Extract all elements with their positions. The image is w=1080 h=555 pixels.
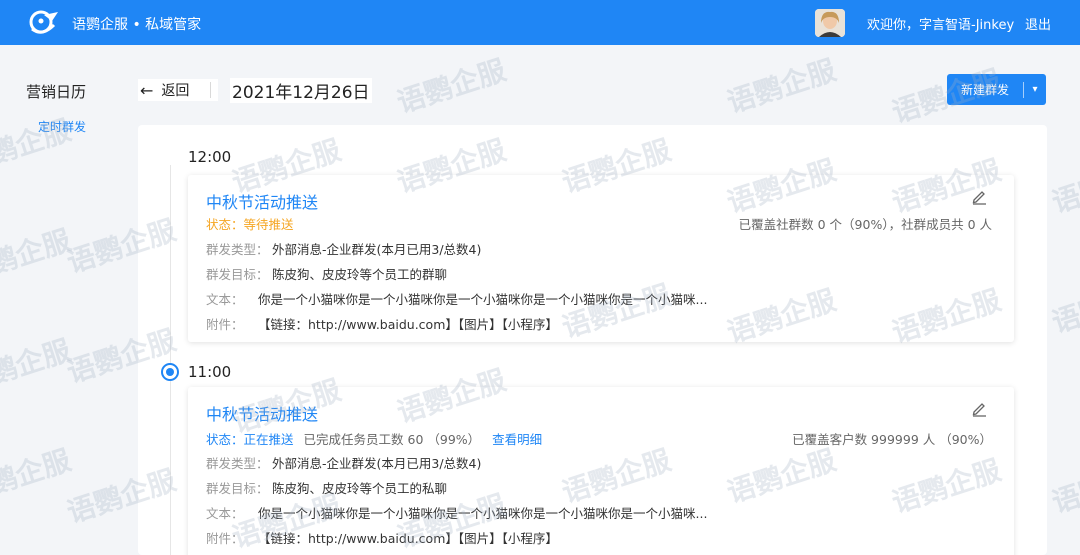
date-title: 2021年12月26日 (230, 78, 372, 103)
target-value: 陈皮狗、皮皮玲等个员工的私聊 (272, 481, 448, 496)
watermark-text: 语鹦企服 (0, 333, 75, 400)
text-row: 文本： 你是一个小猫咪你是一个小猫咪你是一个小猫咪你是一个小猫咪你是一个小猫咪.… (206, 289, 707, 308)
type-label: 群发类型： (206, 242, 269, 257)
watermark-text: 语鹦企服 (723, 53, 840, 120)
edit-icon[interactable] (970, 399, 988, 417)
time-label: 12:00 (188, 148, 232, 166)
watermark-text: 语鹦企服 (0, 223, 75, 290)
status-label: 状态： (206, 432, 244, 447)
attach-label: 附件： (206, 531, 244, 546)
type-row: 群发类型： 外部消息-企业群发(本月已用3/总数4) (206, 239, 481, 258)
user-avatar-icon (815, 9, 845, 37)
active-time-radio[interactable] (161, 363, 179, 381)
time-label: 11:00 (188, 363, 232, 381)
page-title: 营销日历 (26, 83, 87, 101)
top-bar: 语鹦企服 • 私域管家 欢迎你，字言智语-Jinkey 退出 (0, 0, 1080, 45)
broadcast-card[interactable]: 中秋节活动推送 状态： 正在推送 已完成任务员工数 60 （99%） 查看明细 … (188, 387, 1014, 555)
type-value: 外部消息-企业群发(本月已用3/总数4) (272, 242, 482, 257)
status-badge: 正在推送 (243, 432, 294, 447)
type-value: 外部消息-企业群发(本月已用3/总数4) (272, 456, 482, 471)
back-button[interactable]: ← 返回 (138, 79, 218, 101)
target-label: 群发目标： (206, 481, 269, 496)
target-row: 群发目标： 陈皮狗、皮皮玲等个员工的群聊 (206, 264, 447, 283)
watermark-text: 语鹦企服 (1048, 273, 1080, 340)
watermark-text: 语鹦企服 (393, 53, 510, 120)
view-detail-link[interactable]: 查看明细 (492, 429, 542, 448)
status-row: 状态： 正在推送 已完成任务员工数 60 （99%） 查看明细 (206, 429, 542, 448)
avatar[interactable] (815, 9, 845, 37)
coverage-text: 已覆盖客户数 999999 人 （90%） (792, 432, 992, 447)
broadcast-card[interactable]: 中秋节活动推送 状态： 等待推送 已覆盖社群数 0 个（90%），社群成员共 0… (188, 175, 1014, 342)
parrot-logo-icon (29, 10, 58, 34)
edit-icon[interactable] (970, 187, 988, 205)
status-badge: 等待推送 (243, 217, 294, 232)
new-broadcast-label: 新建群发 (960, 83, 1009, 97)
type-row: 群发类型： 外部消息-企业群发(本月已用3/总数4) (206, 453, 481, 472)
target-value: 陈皮狗、皮皮玲等个员工的群聊 (272, 267, 448, 282)
attach-value: 【链接：http://www.baidu.com】【图片】【小程序】 (258, 531, 558, 546)
welcome-text: 欢迎你，字言智语-Jinkey (867, 18, 1015, 33)
completed-count: 已完成任务员工数 60 （99%） (303, 432, 481, 447)
brand-title: 语鹦企服 • 私域管家 (72, 17, 202, 33)
card-title[interactable]: 中秋节活动推送 (206, 189, 318, 213)
watermark-text: 语鹦企服 (1048, 153, 1080, 220)
logout-link[interactable]: 退出 (1025, 14, 1051, 33)
back-label: 返回 (161, 83, 190, 99)
status-row: 状态： 等待推送 (206, 214, 294, 233)
attach-value: 【链接：http://www.baidu.com】【图片】【小程序】 (258, 317, 558, 332)
timeline-line (170, 165, 171, 555)
type-label: 群发类型： (206, 456, 269, 471)
status-label: 状态： (206, 217, 244, 232)
text-value: 你是一个小猫咪你是一个小猫咪你是一个小猫咪你是一个小猫咪你是一个小猫咪... (258, 292, 708, 307)
text-value: 你是一个小猫咪你是一个小猫咪你是一个小猫咪你是一个小猫咪你是一个小猫咪... (258, 506, 708, 521)
new-broadcast-button[interactable]: 新建群发 ▾ (947, 74, 1046, 105)
card-title[interactable]: 中秋节活动推送 (206, 401, 318, 425)
attach-row: 附件： 【链接：http://www.baidu.com】【图片】【小程序】 (206, 528, 558, 547)
arrow-left-icon: ← (140, 80, 154, 100)
target-label: 群发目标： (206, 267, 269, 282)
attach-label: 附件： (206, 317, 244, 332)
text-row: 文本： 你是一个小猫咪你是一个小猫咪你是一个小猫咪你是一个小猫咪你是一个小猫咪.… (206, 503, 707, 522)
watermark-text: 语鹦企服 (0, 443, 75, 510)
attach-row: 附件： 【链接：http://www.baidu.com】【图片】【小程序】 (206, 314, 558, 333)
chevron-down-icon[interactable]: ▾ (1024, 84, 1046, 95)
watermark-text: 语鹦企服 (1048, 453, 1080, 520)
text-label: 文本： (206, 506, 244, 521)
sidebar-item-scheduled-broadcast[interactable]: 定时群发 (38, 118, 86, 135)
text-label: 文本： (206, 292, 244, 307)
coverage-text: 已覆盖社群数 0 个（90%），社群成员共 0 人 (738, 217, 992, 232)
toolbar-divider (210, 82, 211, 98)
target-row: 群发目标： 陈皮狗、皮皮玲等个员工的私聊 (206, 478, 447, 497)
